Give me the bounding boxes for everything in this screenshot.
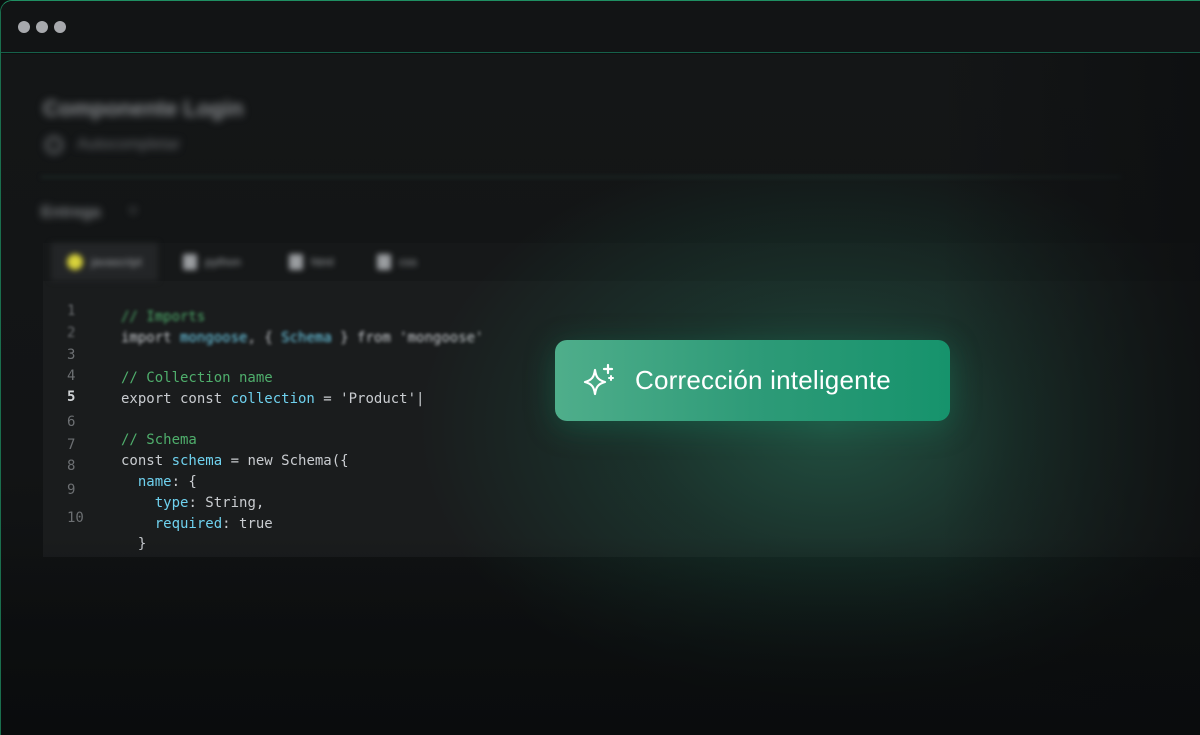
tab-label: html (311, 255, 334, 269)
code-punct: : String, (188, 495, 265, 511)
tab-html[interactable]: html (287, 243, 336, 281)
window-dot-icon[interactable] (54, 21, 66, 33)
code-punct: , { (247, 330, 282, 346)
sparkles-icon (583, 363, 614, 395)
title-bar (1, 1, 1200, 53)
code-identifier: required (121, 516, 223, 532)
window-dot-icon[interactable] (18, 21, 30, 33)
circle-icon (45, 136, 63, 154)
code-punct: = new Schema({ (222, 453, 349, 469)
code-line: const schema = new Schema({ (121, 453, 349, 469)
smart-correction-button[interactable]: Corrección inteligente (555, 340, 950, 421)
app-window: Componente Login Autocompletar Entrega ˅… (0, 0, 1200, 735)
code-comment: // Imports (121, 309, 206, 325)
code-line: export const collection = 'Product'| (121, 391, 424, 407)
code-line: // Imports (121, 309, 205, 325)
code-identifier: schema (171, 453, 223, 469)
tab-python[interactable]: python (181, 243, 243, 281)
code-punct: : { (171, 474, 197, 490)
code-punct: } from (331, 330, 400, 346)
code-keyword: export const (121, 391, 231, 407)
tab-label: javascript (91, 255, 142, 269)
code-keyword: const (121, 453, 172, 469)
line-number: 7 (67, 437, 76, 453)
code-comment: // Collection name (121, 370, 273, 386)
page-title: Componente Login (43, 96, 244, 121)
tab-label: css (399, 255, 417, 269)
page-subtitle: Autocompletar (77, 136, 181, 153)
code-line: // Collection name (121, 370, 273, 386)
code-keyword: import (121, 330, 181, 346)
code-punct: } (121, 536, 147, 552)
javascript-icon (67, 254, 83, 270)
code-punct: : true (222, 516, 273, 532)
section-dropdown-label[interactable]: Entrega (41, 204, 101, 222)
code-line: required: true (121, 516, 273, 532)
code-line: type: String, (121, 495, 265, 511)
chevron-down-icon[interactable]: ˅ (129, 202, 137, 218)
tab-label: python (205, 255, 242, 269)
code-line: name: { (121, 474, 197, 490)
line-number: 6 (67, 414, 76, 430)
line-number: 10 (67, 510, 84, 526)
divider (41, 176, 1121, 178)
window-dot-icon[interactable] (36, 21, 48, 33)
code-punct: = (314, 391, 341, 407)
fade-overlay (1, 536, 1200, 735)
code-line: // Schema (121, 432, 197, 448)
code-line: import mongoose, { Schema } from 'mongoo… (121, 330, 483, 346)
file-icon (289, 254, 303, 270)
language-tabs: javascript python html css (43, 243, 1200, 281)
line-number: 1 (67, 303, 76, 319)
tab-javascript[interactable]: javascript (51, 243, 158, 281)
code-identifier: Schema (281, 330, 332, 346)
line-number: 3 (67, 347, 76, 363)
smart-correction-label: Corrección inteligente (635, 365, 891, 395)
line-number: 8 (67, 458, 76, 474)
code-identifier: name (121, 474, 172, 490)
line-number: 2 (67, 325, 76, 341)
file-icon (377, 254, 391, 270)
code-string: 'mongoose' (399, 330, 484, 346)
code-line: } (121, 536, 146, 552)
code-comment: // Schema (121, 432, 197, 448)
tab-css[interactable]: css (375, 243, 419, 281)
code-identifier: type (121, 495, 189, 511)
code-identifier: mongoose (180, 330, 248, 346)
code-identifier: collection (230, 391, 315, 407)
line-number: 4 (67, 368, 76, 384)
file-icon (183, 254, 197, 270)
line-number: 9 (67, 482, 76, 498)
code-string: 'Product'| (340, 391, 425, 407)
line-number: 5 (67, 389, 76, 405)
